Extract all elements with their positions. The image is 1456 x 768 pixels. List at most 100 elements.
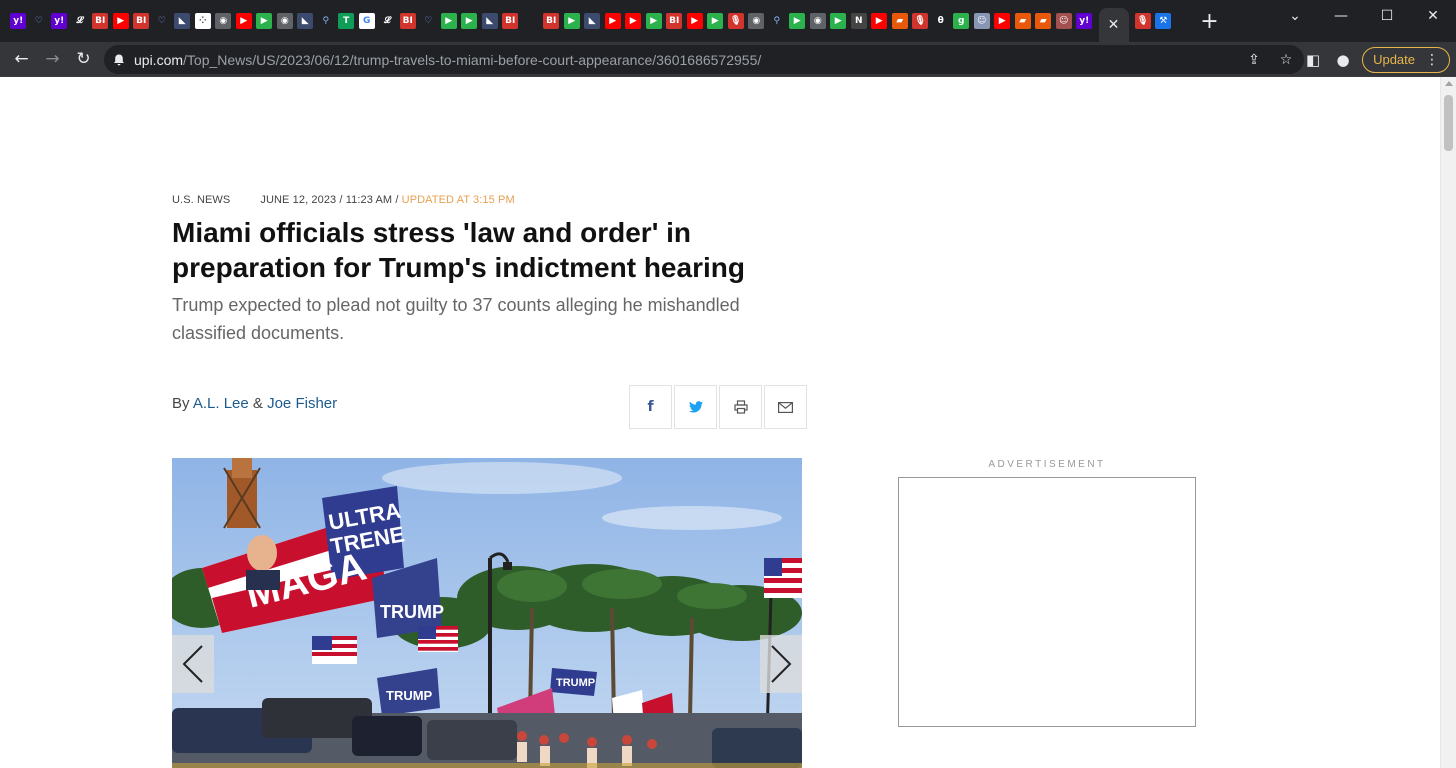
browser-tab-10[interactable]: ◉ (213, 5, 234, 37)
side-panel-icon[interactable]: ◧ (1302, 51, 1324, 69)
browser-tab-21[interactable]: ▶ (439, 5, 460, 37)
share-icon[interactable]: ⇪ (1244, 52, 1264, 68)
site-info-icon[interactable] (104, 53, 134, 67)
browser-tab-14[interactable]: ◣ (295, 5, 316, 37)
browser-tab-37[interactable]: ⚲ (767, 5, 788, 37)
browser-tab-51[interactable]: ☺ (1054, 5, 1075, 37)
browser-tab-9[interactable]: ⁘ (193, 5, 214, 37)
browser-tab-19[interactable]: BI (398, 5, 419, 37)
browser-tab-1[interactable]: ♡ (29, 5, 50, 37)
browser-tab-45[interactable]: θ (931, 5, 952, 37)
article-category[interactable]: U.S. NEWS (172, 194, 230, 206)
browser-tab-39[interactable]: ◉ (808, 5, 829, 37)
browser-tab-13[interactable]: ◉ (275, 5, 296, 37)
browser-tab-52[interactable]: y! (1074, 5, 1095, 37)
reload-button[interactable]: ↻ (68, 45, 99, 73)
scrollbar-thumb[interactable] (1444, 95, 1453, 151)
maximize-button[interactable]: ☐ (1364, 0, 1410, 32)
bookmark-star-icon[interactable]: ☆ (1276, 52, 1296, 68)
back-button[interactable]: ← (6, 45, 37, 73)
twitter-share-button[interactable] (674, 385, 717, 429)
portrait-icon: ☺ (973, 13, 990, 29)
slideshow-prev-button[interactable] (172, 635, 214, 693)
mic-icon: 🎙 (912, 13, 929, 29)
tab-strip: y! ♡ y! 𝓛 BI ▶ BI ♡ ◣ ⁘ ◉ ▶ ▶ ◉ ◣ ⚲ T G 𝓛 BI ♡ ▶ ▶ ◣ BI BI ▶ ◣ ▶ ▶ ▶ BI… (0, 0, 1456, 42)
profile-icon[interactable]: ● (1332, 51, 1354, 69)
browser-tab-48[interactable]: ▶ (992, 5, 1013, 37)
browser-tab-20[interactable]: ♡ (418, 5, 439, 37)
menu-kebab-icon[interactable]: ⋮ (1425, 51, 1439, 68)
browser-tab-40[interactable]: ▶ (828, 5, 849, 37)
forward-button[interactable]: → (37, 45, 68, 73)
browser-tab-25[interactable] (521, 5, 542, 37)
byline-separator: & (248, 395, 268, 412)
rally-photo: ULTRA TRENE MAGA TRUMP TRUMP TRUMP (172, 458, 802, 768)
minimize-button[interactable]: — (1318, 0, 1364, 32)
browser-tab-17[interactable]: G (357, 5, 378, 37)
browser-tab-43[interactable]: ▰ (890, 5, 911, 37)
slideshow-next-button[interactable] (760, 635, 802, 693)
browser-tab-18[interactable]: 𝓛 (377, 5, 398, 37)
author-link-lee[interactable]: A.L. Lee (193, 395, 249, 412)
browser-tab-12[interactable]: ▶ (254, 5, 275, 37)
new-tab-button[interactable]: + (1196, 7, 1224, 35)
browser-tab-34[interactable]: ▶ (705, 5, 726, 37)
browser-tab-2[interactable]: y! (49, 5, 70, 37)
facebook-share-button[interactable]: f (629, 385, 672, 429)
close-window-button[interactable]: ✕ (1410, 0, 1456, 32)
email-share-button[interactable] (764, 385, 807, 429)
latimes-icon: 𝓛 (379, 13, 396, 29)
close-tab-icon[interactable]: ✕ (1108, 17, 1120, 33)
browser-tab-30[interactable]: ▶ (623, 5, 644, 37)
browser-tab-44[interactable]: 🎙 (910, 5, 931, 37)
browser-tab-15[interactable]: ⚲ (316, 5, 337, 37)
page-scrollbar[interactable] (1440, 77, 1456, 768)
browser-tab-41[interactable]: N (849, 5, 870, 37)
browser-tab-27[interactable]: ▶ (562, 5, 583, 37)
browser-tab-active[interactable]: ✕ (1098, 8, 1129, 42)
browser-tab-29[interactable]: ▶ (603, 5, 624, 37)
browser-tab-31[interactable]: ▶ (644, 5, 665, 37)
browser-tab-16[interactable]: T (336, 5, 357, 37)
browser-tab-4[interactable]: BI (90, 5, 111, 37)
browser-tab-22[interactable]: ▶ (459, 5, 480, 37)
flag-icon: ▰ (1014, 13, 1031, 29)
address-bar[interactable]: upi.com/Top_News/US/2023/06/12/trump-tra… (104, 45, 1304, 74)
browser-tab-6[interactable]: BI (131, 5, 152, 37)
advertisement-label: ADVERTISEMENT (988, 459, 1106, 470)
globe-icon: ◉ (276, 13, 293, 29)
browser-tab-3[interactable]: 𝓛 (70, 5, 91, 37)
article-photo-slideshow[interactable]: ULTRA TRENE MAGA TRUMP TRUMP TRUMP (172, 458, 802, 768)
update-button[interactable]: Update ⋮ (1362, 46, 1450, 73)
browser-tab-5[interactable]: ▶ (111, 5, 132, 37)
browser-tab-24[interactable]: BI (500, 5, 521, 37)
browser-tab-36[interactable]: ◉ (746, 5, 767, 37)
browser-tab-8[interactable]: ◣ (172, 5, 193, 37)
browser-tab-35[interactable]: 🎙 (726, 5, 747, 37)
browser-tab-11[interactable]: ▶ (234, 5, 255, 37)
browser-tab-46[interactable]: g (951, 5, 972, 37)
browser-tab-23[interactable]: ◣ (480, 5, 501, 37)
scroll-up-icon[interactable] (1445, 81, 1453, 86)
browser-tab-26[interactable]: BI (541, 5, 562, 37)
browser-tab-after-1[interactable]: ⚒ (1153, 5, 1174, 37)
browser-tab-38[interactable]: ▶ (787, 5, 808, 37)
browser-tab-50[interactable]: ▰ (1033, 5, 1054, 37)
browser-tab-0[interactable]: y! (8, 5, 29, 37)
browser-tab-7[interactable]: ♡ (152, 5, 173, 37)
browser-tab-49[interactable]: ▰ (1013, 5, 1034, 37)
browser-tab-42[interactable]: ▶ (869, 5, 890, 37)
heart-icon: ♡ (30, 13, 47, 29)
reload-icon: ↻ (76, 49, 91, 69)
browser-tab-28[interactable]: ◣ (582, 5, 603, 37)
browser-tab-33[interactable]: ▶ (685, 5, 706, 37)
browser-tab-32[interactable]: BI (664, 5, 685, 37)
browser-tab-47[interactable]: ☺ (972, 5, 993, 37)
print-button[interactable] (719, 385, 762, 429)
browser-tab-after-0[interactable]: 🎙 (1133, 5, 1154, 37)
advertisement-slot[interactable] (898, 477, 1196, 727)
tab-search-button[interactable]: ⌄ (1272, 0, 1318, 32)
play-icon: ▶ (440, 13, 457, 29)
author-link-fisher[interactable]: Joe Fisher (267, 395, 337, 412)
omnibox-actions: ⇪ ☆ (1244, 45, 1296, 74)
